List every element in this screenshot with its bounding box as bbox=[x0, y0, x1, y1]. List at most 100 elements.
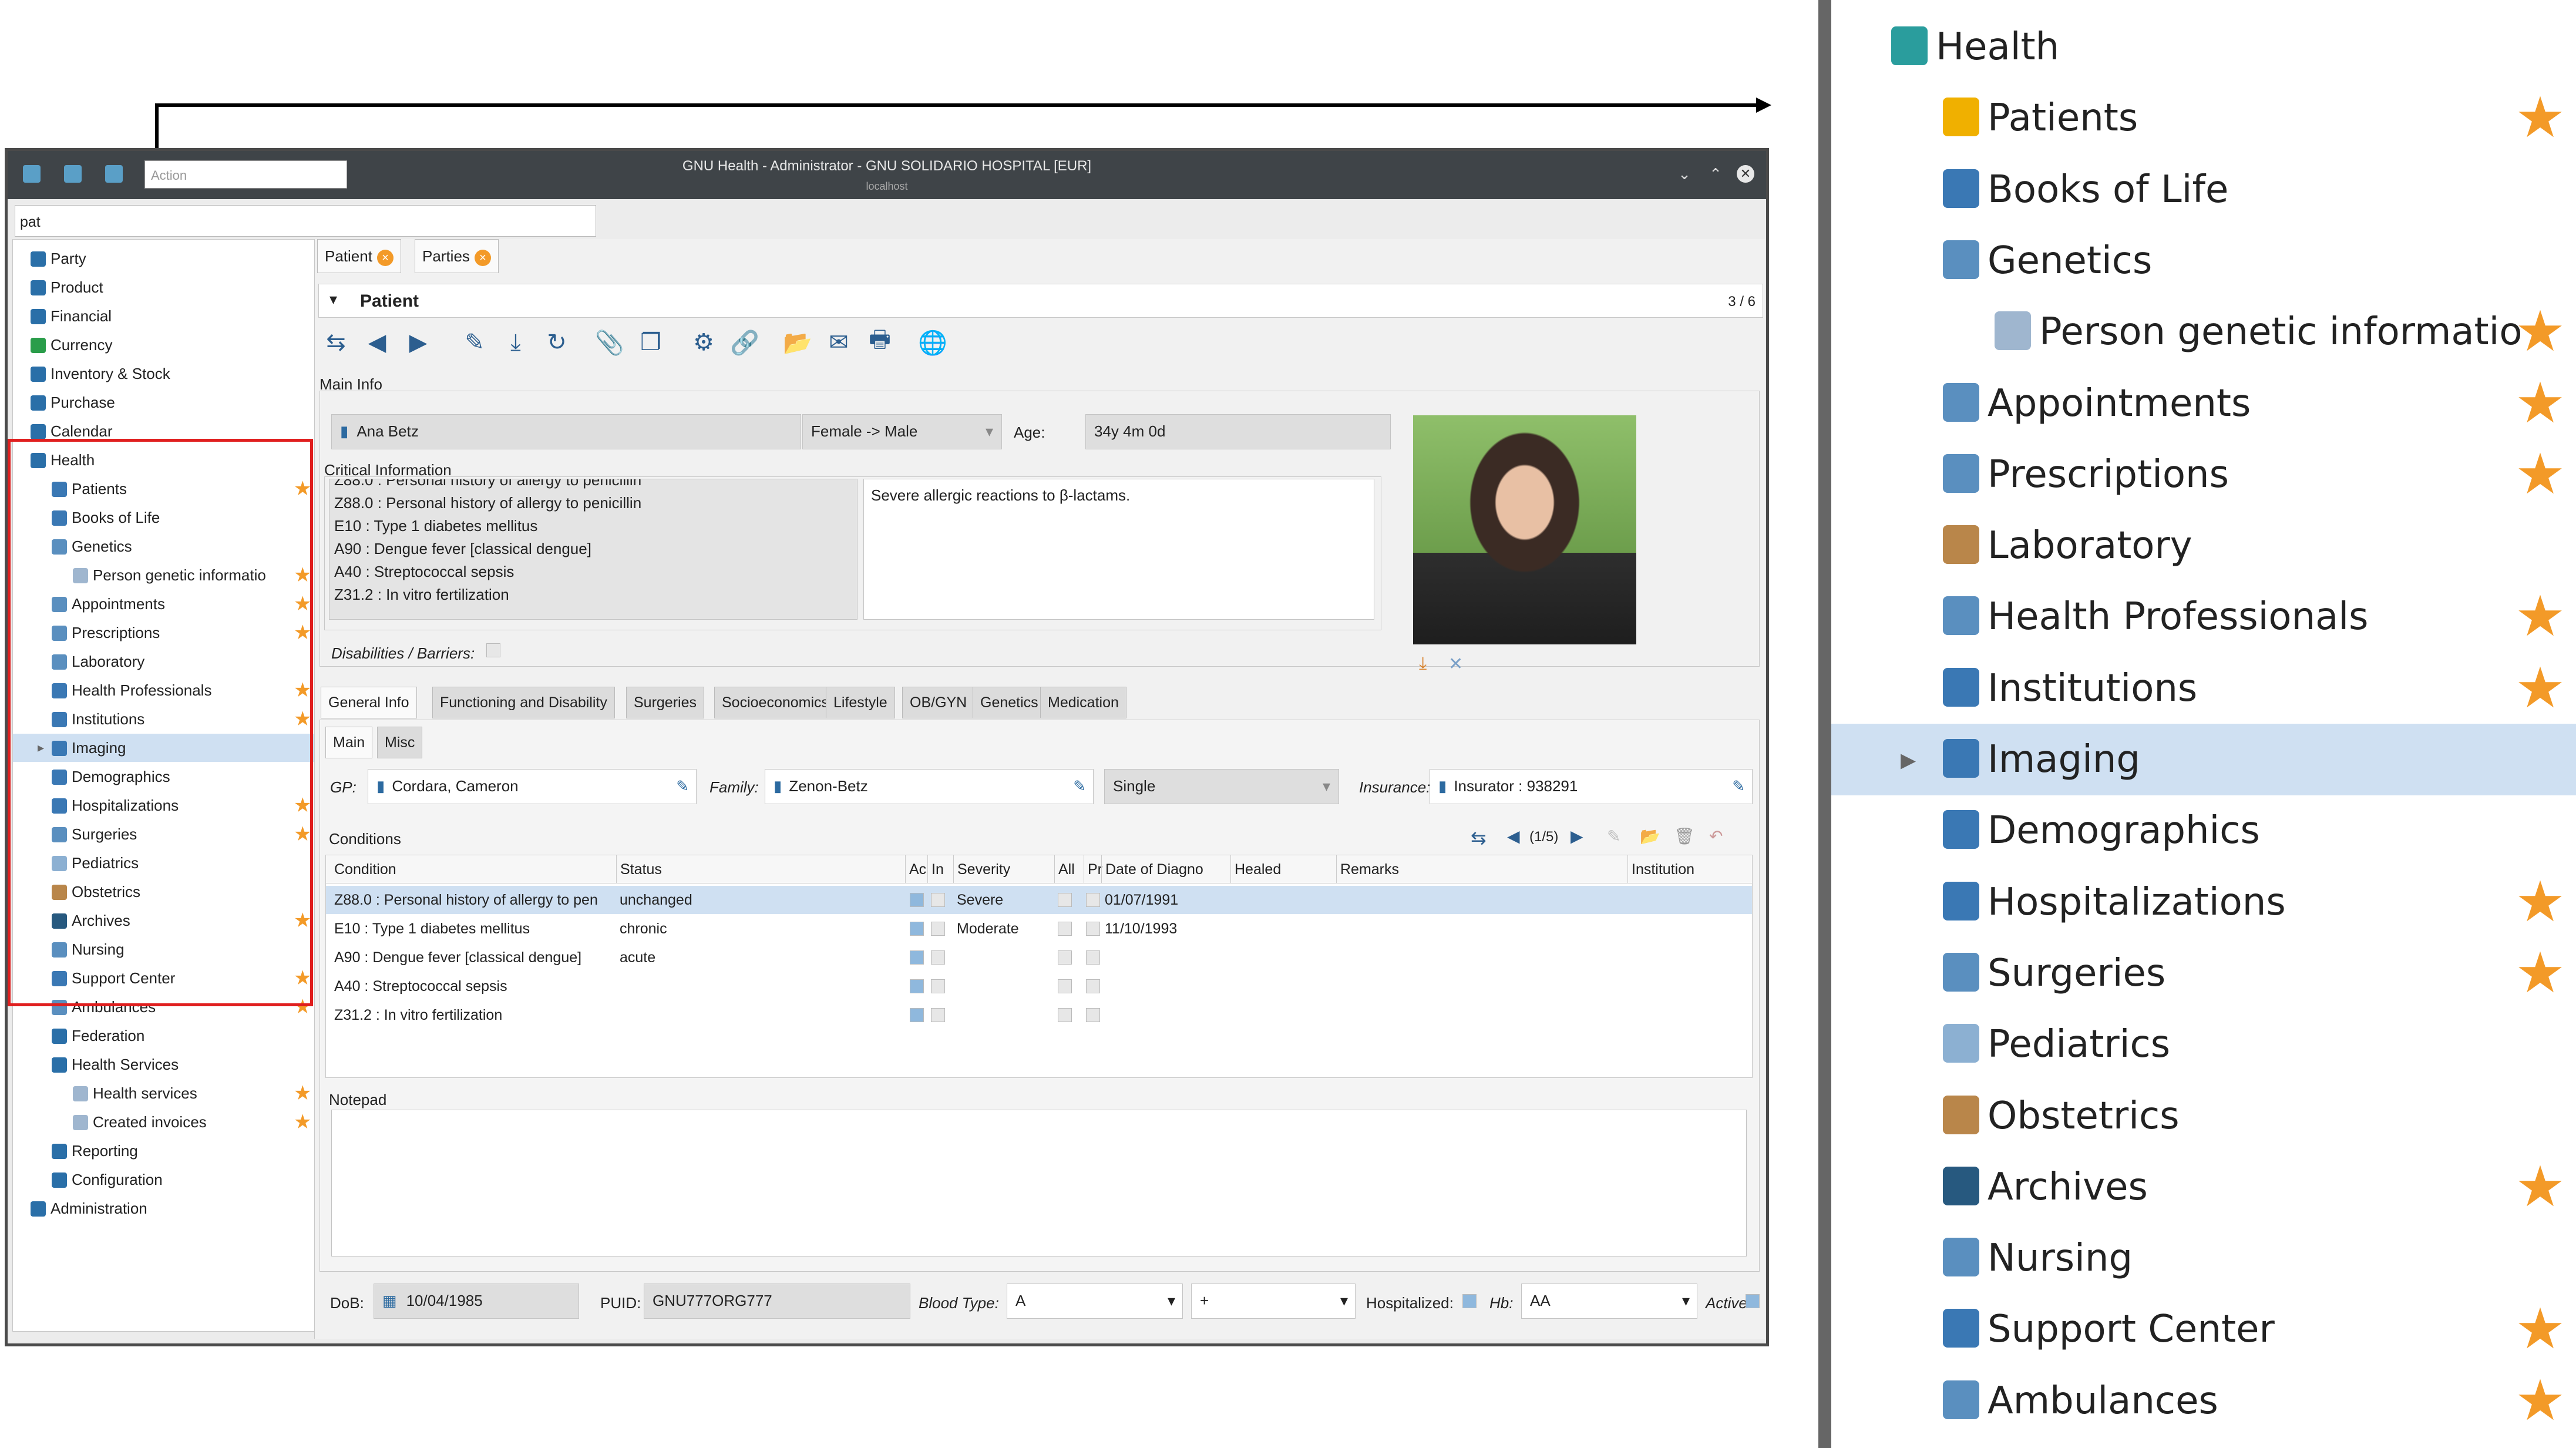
dob-field[interactable]: ▦ 10/04/1985 bbox=[374, 1284, 579, 1319]
subtab-general-info[interactable]: General Info bbox=[321, 687, 417, 718]
tree-item[interactable]: Party bbox=[31, 244, 86, 273]
subtab-genetics[interactable]: Genetics bbox=[973, 687, 1046, 718]
subtab-functioning-and-disability[interactable]: Functioning and Disability bbox=[432, 687, 615, 718]
conditions-delete-icon[interactable]: 🗑 bbox=[1674, 827, 1695, 846]
zoom-tree-item[interactable]: Imaging bbox=[1943, 730, 2140, 789]
zoom-tree-item[interactable]: Health Professionals bbox=[1943, 587, 2368, 646]
subtab-lifestyle[interactable]: Lifestyle bbox=[826, 687, 895, 718]
subtab-ob-gyn[interactable]: OB/GYN bbox=[902, 687, 975, 718]
zoom-tree-item[interactable]: Genetics bbox=[1943, 231, 2152, 290]
table-row[interactable]: A40 : Streptococcal sepsis bbox=[326, 972, 1752, 1000]
zoom-tree-item[interactable]: Prescriptions bbox=[1943, 445, 2229, 504]
hb-select[interactable]: AA ▾ bbox=[1521, 1284, 1697, 1319]
download-icon[interactable]: ⤓ bbox=[1419, 654, 1427, 674]
column-header[interactable]: Condition bbox=[331, 855, 396, 883]
row-checkbox[interactable] bbox=[1058, 893, 1072, 907]
previous-icon[interactable]: ◀ bbox=[362, 327, 392, 358]
zoom-tree-item[interactable]: Laboratory bbox=[1943, 516, 2192, 575]
action-icon[interactable]: ⚙ bbox=[688, 327, 719, 358]
row-checkbox[interactable] bbox=[910, 893, 924, 907]
close-tab-icon[interactable]: × bbox=[474, 250, 491, 266]
favorite-star-icon[interactable]: ★ bbox=[294, 1108, 311, 1136]
notes-icon[interactable]: ❐ bbox=[635, 327, 666, 358]
tree-item[interactable]: Purchase bbox=[31, 388, 115, 416]
next-icon[interactable]: ▶ bbox=[403, 327, 433, 358]
zoom-tree-item[interactable]: Person genetic informatio bbox=[1995, 303, 2576, 361]
marital-status-select[interactable]: Single ▾ bbox=[1104, 769, 1339, 804]
zoom-tree-item[interactable]: Archives bbox=[1943, 1158, 2148, 1217]
email-icon[interactable]: ✉ bbox=[823, 327, 854, 358]
zoom-tree-item[interactable]: Nursing bbox=[1943, 1229, 2133, 1288]
row-checkbox[interactable] bbox=[910, 1008, 924, 1022]
relate-icon[interactable]: 🔗 bbox=[729, 327, 760, 358]
row-checkbox[interactable] bbox=[1058, 1008, 1072, 1022]
tree-item[interactable]: Financial bbox=[31, 302, 112, 330]
reload-icon[interactable]: ↻ bbox=[542, 327, 572, 358]
dropdown-icon[interactable]: ▾ bbox=[986, 415, 993, 448]
column-header[interactable]: All bbox=[1054, 855, 1075, 883]
rh-select[interactable]: + ▾ bbox=[1191, 1284, 1356, 1319]
zoom-favorite-star-icon[interactable]: ★ bbox=[2515, 89, 2565, 147]
active-checkbox[interactable] bbox=[1746, 1294, 1760, 1308]
minimize-icon[interactable]: ⌄ bbox=[1676, 165, 1693, 183]
clear-field-icon[interactable]: ✎ bbox=[1732, 770, 1745, 802]
disabilities-checkbox[interactable] bbox=[486, 643, 500, 657]
blood-type-select[interactable]: A ▾ bbox=[1007, 1284, 1183, 1319]
row-checkbox[interactable] bbox=[910, 922, 924, 936]
column-header[interactable]: Institution bbox=[1627, 855, 1694, 883]
tree-item[interactable]: Created invoices bbox=[73, 1108, 207, 1136]
tree-item[interactable]: Product bbox=[31, 273, 103, 301]
zoom-expand-arrow-icon[interactable]: ▸ bbox=[1901, 730, 1916, 789]
globe-icon[interactable]: 🌐 bbox=[917, 327, 948, 358]
edit-icon[interactable]: ✎ bbox=[459, 327, 490, 358]
conditions-open-icon[interactable]: 📂 bbox=[1640, 827, 1660, 846]
row-checkbox[interactable] bbox=[1086, 1008, 1100, 1022]
table-row[interactable]: Z31.2 : In vitro fertilization bbox=[326, 1001, 1752, 1029]
zoom-favorite-star-icon[interactable]: ★ bbox=[2515, 872, 2565, 932]
conditions-edit-icon[interactable]: ✎ bbox=[1607, 827, 1620, 846]
row-checkbox[interactable] bbox=[931, 950, 945, 965]
column-header[interactable]: Remarks bbox=[1336, 855, 1399, 883]
tree-item[interactable]: Federation bbox=[52, 1022, 144, 1050]
calendar-icon[interactable]: ▦ bbox=[382, 1292, 397, 1309]
row-checkbox[interactable] bbox=[931, 979, 945, 993]
save-icon[interactable]: ⤓ bbox=[500, 327, 531, 358]
zoom-tree-item[interactable]: Ambulances bbox=[1943, 1372, 2218, 1430]
open-icon[interactable]: 📂 bbox=[782, 327, 813, 358]
zoom-favorite-star-icon[interactable]: ★ bbox=[2515, 374, 2565, 433]
zoom-tree-item[interactable]: Hospitalizations bbox=[1943, 873, 2286, 932]
inner-tab-main[interactable]: Main bbox=[325, 727, 373, 758]
conditions-switch-icon[interactable]: ⇆ bbox=[1471, 827, 1487, 849]
zoom-tree-item[interactable]: Patients bbox=[1943, 89, 2138, 147]
zoom-tree-item[interactable]: Health bbox=[1891, 18, 2059, 76]
dropdown-icon[interactable]: ▾ bbox=[1168, 1284, 1175, 1317]
row-checkbox[interactable] bbox=[931, 922, 945, 936]
gp-field[interactable]: ▮ Cordara, Cameron ✎ bbox=[368, 769, 697, 804]
conditions-next-icon[interactable]: ▶ bbox=[1571, 827, 1583, 846]
clear-field-icon[interactable]: ✎ bbox=[1073, 770, 1086, 802]
column-header[interactable]: Date of Diagno bbox=[1101, 855, 1203, 883]
column-header[interactable]: Status bbox=[616, 855, 662, 883]
tree-item[interactable]: Currency bbox=[31, 331, 112, 359]
menu-search-input[interactable]: pat bbox=[15, 205, 596, 237]
zoom-tree-item[interactable]: Pediatrics bbox=[1943, 1015, 2170, 1074]
row-checkbox[interactable] bbox=[1086, 922, 1100, 936]
zoom-tree-item[interactable]: Demographics bbox=[1943, 801, 2260, 860]
zoom-favorite-star-icon[interactable]: ★ bbox=[2515, 587, 2565, 646]
row-checkbox[interactable] bbox=[1086, 893, 1100, 907]
row-checkbox[interactable] bbox=[910, 950, 924, 965]
critical-info-notes[interactable]: Severe allergic reactions to β-lactams. bbox=[863, 479, 1374, 620]
close-tab-icon[interactable]: × bbox=[376, 250, 394, 266]
column-header[interactable]: In bbox=[927, 855, 944, 883]
favorite-star-icon[interactable]: ★ bbox=[294, 1079, 311, 1107]
zoom-tree-item[interactable]: Appointments bbox=[1943, 374, 2251, 433]
insurance-field[interactable]: ▮ Insurator : 938291 ✎ bbox=[1430, 769, 1753, 804]
subtab-socioeconomics[interactable]: Socioeconomics bbox=[714, 687, 837, 718]
column-header[interactable]: Ac bbox=[905, 855, 926, 883]
gender-field[interactable]: Female -> Male ▾ bbox=[802, 414, 1002, 449]
hospitalized-checkbox[interactable] bbox=[1462, 1294, 1477, 1308]
table-row[interactable]: Z88.0 : Personal history of allergy to p… bbox=[326, 886, 1752, 914]
row-checkbox[interactable] bbox=[1086, 979, 1100, 993]
close-icon[interactable]: ✕ bbox=[1737, 165, 1754, 183]
dropdown-icon[interactable]: ▾ bbox=[1323, 770, 1330, 802]
